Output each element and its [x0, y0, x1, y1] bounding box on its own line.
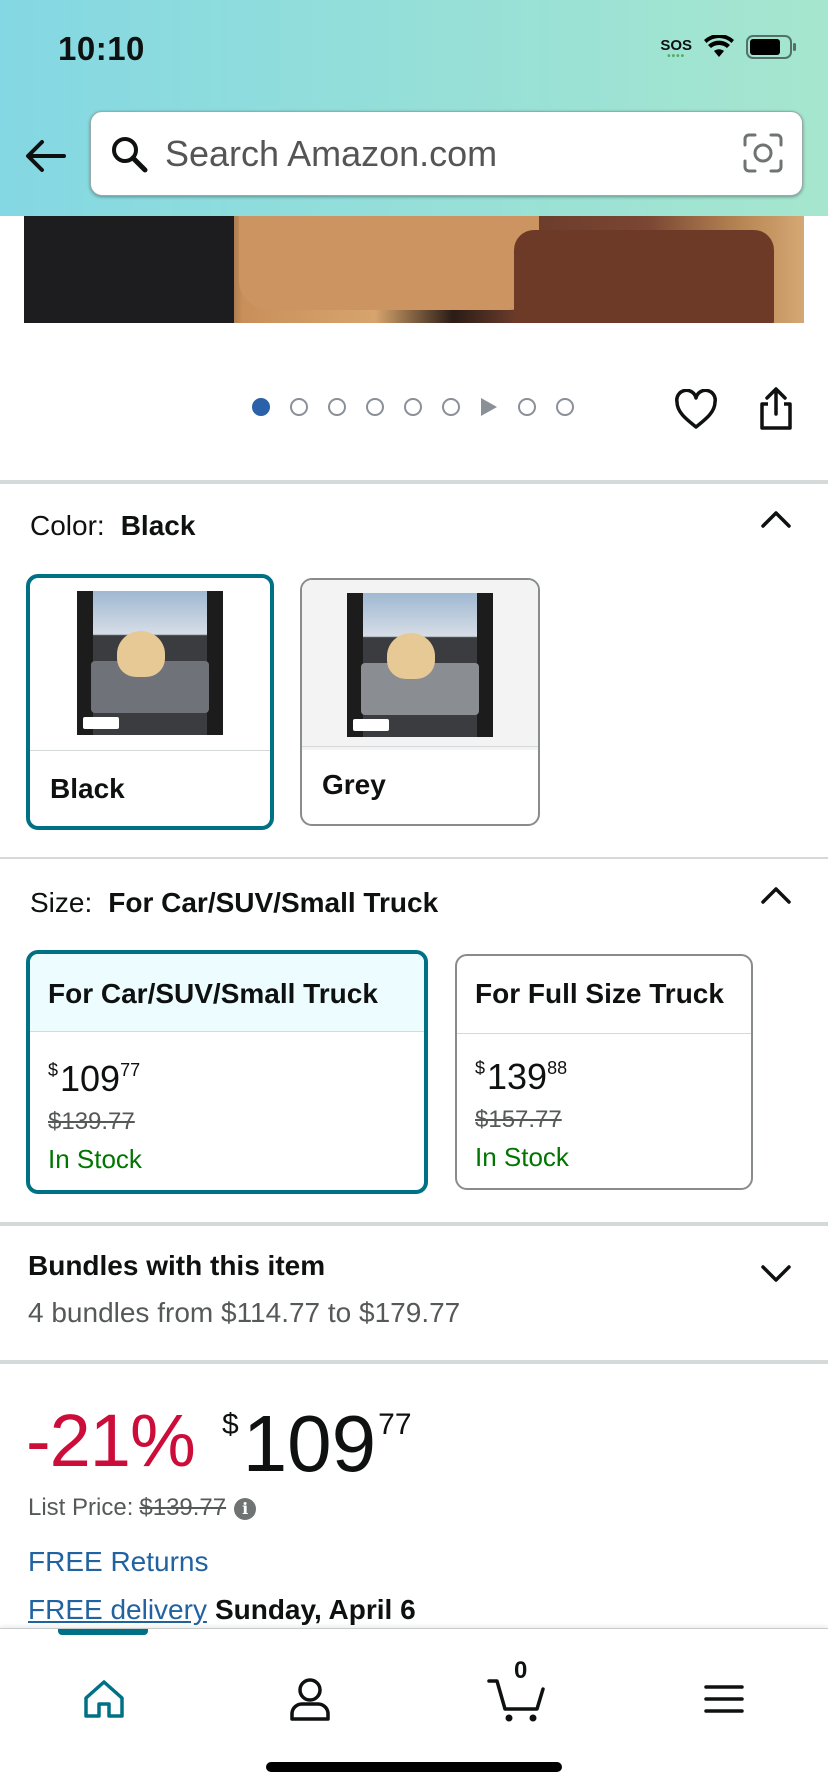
size-label: Size:	[30, 887, 93, 918]
section-divider	[0, 1360, 828, 1364]
color-selected-value: Black	[120, 510, 196, 541]
video-play-icon[interactable]	[481, 398, 497, 416]
heart-icon[interactable]	[674, 388, 718, 436]
battery-icon	[746, 34, 798, 65]
home-icon[interactable]	[74, 1669, 134, 1729]
back-arrow-icon[interactable]	[24, 134, 68, 178]
chevron-down-icon[interactable]	[760, 1262, 792, 1289]
active-tab-indicator	[58, 1629, 148, 1635]
discount-percentage: -21%	[26, 1399, 196, 1482]
menu-icon[interactable]	[694, 1669, 754, 1729]
account-icon[interactable]	[280, 1669, 340, 1729]
free-returns-link[interactable]: FREE Returns	[28, 1546, 209, 1578]
section-divider	[0, 480, 828, 484]
list-price: List Price: $139.77 i	[28, 1494, 257, 1522]
color-label-row: Color: Black	[30, 510, 195, 542]
size-option-price: $10977	[48, 1058, 141, 1099]
swatch-thumbnail	[302, 580, 538, 750]
swatch-label: Black	[30, 750, 270, 826]
price: $10977	[222, 1399, 412, 1488]
size-option-was-price: $139.77	[48, 1108, 135, 1135]
search-input[interactable]	[165, 124, 725, 184]
carousel-dot[interactable]	[556, 398, 574, 416]
info-icon[interactable]: i	[234, 1497, 257, 1520]
size-option-title: For Full Size Truck	[457, 956, 751, 1034]
bundles-subtitle: 4 bundles from $114.77 to $179.77	[28, 1297, 461, 1328]
carousel-dot[interactable]	[290, 398, 308, 416]
color-option-black[interactable]: Black	[26, 574, 274, 830]
share-icon[interactable]	[756, 386, 796, 437]
size-option-price: $13988	[475, 1056, 568, 1097]
carousel-dot[interactable]	[442, 398, 460, 416]
swatch-label: Grey	[302, 746, 538, 824]
size-option-full-size-truck[interactable]: For Full Size Truck $13988 $157.77 In St…	[455, 954, 753, 1190]
wifi-icon	[704, 34, 734, 64]
cart-count-badge: 0	[514, 1657, 528, 1684]
carousel-dot[interactable]	[404, 398, 422, 416]
delivery-date: Sunday, April 6	[214, 1594, 416, 1625]
bundles-title[interactable]: Bundles with this item	[28, 1250, 325, 1282]
search-icon	[109, 134, 149, 179]
search-bar[interactable]	[90, 111, 803, 196]
size-option-stock: In Stock	[48, 1144, 142, 1174]
home-indicator[interactable]	[266, 1762, 562, 1772]
carousel-dot[interactable]	[366, 398, 384, 416]
section-divider	[0, 857, 828, 859]
sos-indicator: SOS ••••	[660, 36, 692, 62]
header-bar: 10:10 SOS ••••	[0, 0, 828, 216]
size-selected-value: For Car/SUV/Small Truck	[108, 887, 439, 918]
swatch-thumbnail	[30, 578, 270, 748]
free-delivery-line: FREE delivery Sunday, April 6	[28, 1594, 416, 1626]
chevron-up-icon[interactable]	[760, 508, 792, 535]
color-label: Color:	[30, 510, 105, 541]
carousel-dot[interactable]	[518, 398, 536, 416]
carousel-dot[interactable]	[328, 398, 346, 416]
status-time: 10:10	[58, 30, 145, 67]
free-delivery-link[interactable]: FREE delivery	[28, 1594, 207, 1625]
size-option-was-price: $157.77	[475, 1106, 562, 1133]
camera-scan-icon[interactable]	[742, 132, 784, 179]
size-option-stock: In Stock	[475, 1142, 569, 1172]
section-divider	[0, 1222, 828, 1226]
image-carousel-dots[interactable]	[252, 398, 574, 416]
size-option-title: For Car/SUV/Small Truck	[30, 954, 424, 1032]
chevron-up-icon[interactable]	[760, 884, 792, 911]
size-label-row: Size: For Car/SUV/Small Truck	[30, 887, 438, 919]
carousel-dot[interactable]	[252, 398, 270, 416]
status-icons: SOS ••••	[660, 34, 798, 65]
color-option-grey[interactable]: Grey	[300, 578, 540, 826]
size-option-car-suv[interactable]: For Car/SUV/Small Truck $10977 $139.77 I…	[26, 950, 428, 1194]
